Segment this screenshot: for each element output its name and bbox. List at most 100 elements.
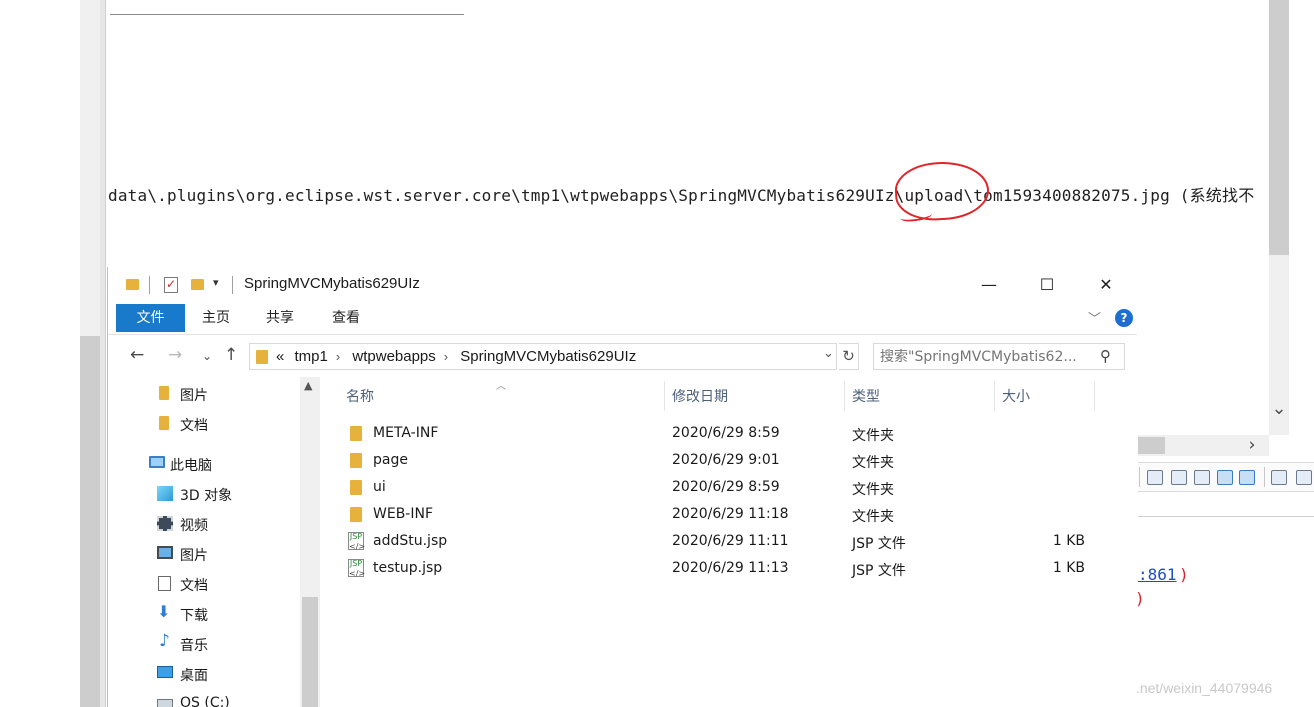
divider-line: [110, 14, 464, 15]
nav-item-videos[interactable]: 视频: [108, 511, 298, 539]
column-header-type[interactable]: 类型: [845, 377, 995, 413]
folder-icon: [256, 350, 268, 364]
folder-icon[interactable]: [126, 279, 139, 290]
search-icon[interactable]: ⚲: [1100, 347, 1111, 365]
scroll-lock-icon[interactable]: [1194, 470, 1210, 485]
console-divider: [1138, 516, 1314, 517]
column-header-name[interactable]: 名称: [320, 377, 665, 413]
close-button[interactable]: ✕: [1083, 271, 1129, 299]
minimize-button[interactable]: —: [966, 271, 1012, 299]
navigation-pane: 图片 文档 此电脑 3D 对象 视频 图片 文档 ⬇ 下载 ♪ 音乐 桌面 OS (…: [108, 377, 320, 707]
error-path-text: data\.plugins\org.eclipse.wst.server.cor…: [108, 186, 1255, 205]
nav-item-pictures[interactable]: 图片: [108, 381, 298, 409]
file-list: ︿ 名称 修改日期 类型 大小 META-INF 2020/6/29 8:59 …: [320, 377, 1137, 707]
nav-item-downloads[interactable]: ⬇ 下载: [108, 601, 298, 629]
folder-icon: [350, 426, 362, 441]
folder-icon: [350, 453, 362, 468]
right-strip: [1289, 0, 1314, 435]
properties-icon[interactable]: ✓: [164, 277, 178, 293]
remove-all-icon[interactable]: [1171, 470, 1187, 485]
show-stderr-icon[interactable]: [1239, 470, 1255, 485]
3d-objects-icon: [157, 486, 173, 501]
nav-item-documents-2[interactable]: 文档: [108, 571, 298, 599]
file-row[interactable]: ui 2020/6/29 8:59 文件夹: [320, 475, 1090, 502]
address-bar[interactable]: « tmp1 › wtpwebapps › SpringMVCMybatis629U…: [249, 343, 837, 370]
chevron-right-icon[interactable]: ›: [1242, 435, 1262, 456]
file-row[interactable]: WEB-INF 2020/6/29 11:18 文件夹: [320, 502, 1090, 529]
editor-vertical-scrollbar[interactable]: ⌄: [1269, 0, 1289, 435]
tab-file[interactable]: 文件: [116, 304, 185, 332]
back-arrow-icon[interactable]: ←: [130, 345, 144, 365]
scrollbar-thumb[interactable]: [1269, 0, 1289, 255]
separator: [232, 276, 233, 294]
desktop-icon: [157, 666, 173, 678]
file-explorer-window: ✓ ▾ SpringMVCMybatis629UIz — ☐ ✕ 文件 主页 共…: [107, 267, 1137, 707]
toolbar-separator: [1139, 467, 1140, 487]
recent-locations-chevron-icon[interactable]: ⌄: [202, 349, 212, 363]
jsp-file-icon: JSP </>: [348, 532, 366, 551]
nav-item-desktop[interactable]: 桌面: [108, 661, 298, 689]
gutter-scroll-thumb[interactable]: [80, 336, 100, 707]
help-icon[interactable]: ?: [1115, 309, 1133, 327]
nav-item-this-pc[interactable]: 此电脑: [108, 451, 298, 479]
title-bar: ✓ ▾ SpringMVCMybatis629UIz — ☐ ✕: [108, 267, 1137, 304]
scrollbar-thumb[interactable]: [1138, 437, 1165, 454]
search-box[interactable]: ⚲: [873, 343, 1125, 370]
folder-icon: [350, 507, 362, 522]
file-row[interactable]: page 2020/6/29 9:01 文件夹: [320, 448, 1090, 475]
console-paren: ): [1179, 565, 1189, 584]
nav-item-pictures-2[interactable]: 图片: [108, 541, 298, 569]
stacktrace-link[interactable]: :861: [1138, 565, 1177, 584]
nav-item-documents[interactable]: 文档: [108, 411, 298, 439]
remove-launch-icon[interactable]: [1147, 470, 1163, 485]
nav-item-os-drive[interactable]: OS (C:): [108, 691, 298, 707]
address-row: ← → ⌄ ↑ « tmp1 › wtpwebapps › SpringMVCMyb…: [108, 335, 1137, 377]
new-folder-icon[interactable]: [191, 279, 204, 290]
search-input[interactable]: [880, 347, 1098, 366]
column-header-date[interactable]: 修改日期: [665, 377, 845, 413]
toolbar-separator: [1264, 467, 1265, 487]
tab-view[interactable]: 查看: [316, 304, 376, 332]
file-row[interactable]: JSP </> addStu.jsp 2020/6/29 11:11 JSP 文件…: [320, 529, 1090, 556]
breadcrumb-item[interactable]: SpringMVCMybatis629UIz: [460, 348, 636, 365]
window-title: SpringMVCMybatis629UIz: [244, 275, 420, 292]
file-row[interactable]: META-INF 2020/6/29 8:59 文件夹: [320, 421, 1090, 448]
folder-icon: [159, 386, 169, 400]
chevron-right-icon[interactable]: ›: [336, 349, 340, 364]
chevron-down-icon[interactable]: ⌄: [823, 346, 834, 361]
show-stdout-icon[interactable]: [1217, 470, 1233, 485]
left-gutter: [80, 0, 100, 707]
folder-icon: [350, 480, 362, 495]
scrollbar-thumb[interactable]: [302, 597, 318, 707]
column-header-size[interactable]: 大小: [995, 377, 1095, 413]
editor-border: [100, 0, 106, 707]
refresh-icon[interactable]: ↻: [839, 343, 859, 370]
up-arrow-icon[interactable]: ↑: [224, 345, 238, 365]
display-console-icon[interactable]: [1296, 470, 1312, 485]
chevron-down-icon[interactable]: ⌄: [1270, 398, 1288, 422]
forward-arrow-icon[interactable]: →: [168, 345, 182, 365]
tab-share[interactable]: 共享: [250, 304, 310, 332]
nav-item-3d-objects[interactable]: 3D 对象: [108, 481, 298, 509]
pin-console-icon[interactable]: [1271, 470, 1287, 485]
chevron-up-icon[interactable]: ▲: [304, 379, 312, 392]
editor-horizontal-scrollbar[interactable]: ›: [1138, 435, 1269, 456]
separator: [149, 276, 150, 294]
breadcrumb-item[interactable]: tmp1: [295, 348, 328, 365]
nav-pane-scrollbar[interactable]: ▲: [300, 377, 320, 707]
nav-item-music[interactable]: ♪ 音乐: [108, 631, 298, 659]
file-row[interactable]: JSP </> testup.jsp 2020/6/29 11:13 JSP 文件…: [320, 556, 1090, 583]
chevron-down-icon[interactable]: ﹀: [1088, 308, 1101, 327]
maximize-button[interactable]: ☐: [1024, 271, 1070, 299]
breadcrumb-overflow[interactable]: «: [276, 348, 284, 365]
download-icon: ⬇: [157, 602, 171, 621]
pictures-icon: [157, 546, 173, 559]
drive-icon: [157, 699, 173, 707]
console-toolbar: [1138, 462, 1314, 492]
tab-home[interactable]: 主页: [186, 304, 246, 332]
video-icon: [157, 516, 173, 531]
chevron-right-icon[interactable]: ›: [444, 349, 448, 364]
breadcrumb-item[interactable]: wtpwebapps: [352, 348, 435, 365]
music-icon: ♪: [159, 631, 170, 651]
customize-toolbar-icon[interactable]: ▾: [213, 276, 219, 292]
